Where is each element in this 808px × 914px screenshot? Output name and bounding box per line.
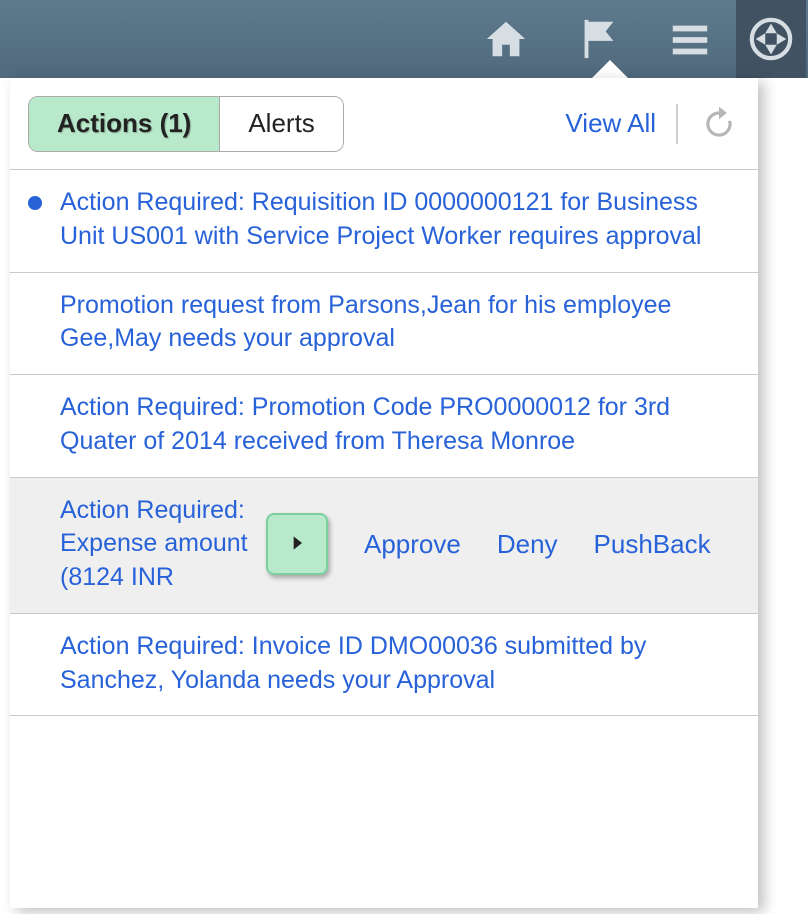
panel-header: Actions (1) Alerts View All (10, 78, 758, 170)
notification-link[interactable]: Promotion request from Parsons,Jean for … (60, 289, 740, 357)
row-actions: Approve Deny PushBack (364, 529, 711, 560)
notification-link[interactable]: Action Required: Promotion Code PRO00000… (60, 391, 740, 459)
notification-link[interactable]: Action Required: Invoice ID DMO00036 sub… (60, 630, 740, 698)
expand-button[interactable] (266, 513, 328, 575)
pushback-button[interactable]: PushBack (594, 529, 711, 560)
top-nav-bar (0, 0, 808, 78)
chevron-right-icon (287, 528, 307, 560)
deny-button[interactable]: Deny (497, 529, 558, 560)
home-icon[interactable] (460, 0, 552, 78)
refresh-icon[interactable] (698, 103, 740, 145)
notification-link[interactable]: Action Required: Expense amount (8124 IN… (60, 494, 260, 595)
unread-dot-icon (28, 196, 42, 210)
notification-link[interactable]: Action Required: Requisition ID 00000001… (60, 186, 740, 254)
list-item[interactable]: Promotion request from Parsons,Jean for … (10, 273, 758, 376)
flag-icon[interactable] (552, 0, 644, 78)
tab-actions[interactable]: Actions (1) (29, 97, 220, 151)
list-item[interactable]: Action Required: Invoice ID DMO00036 sub… (10, 614, 758, 717)
menu-icon[interactable] (644, 0, 736, 78)
approve-button[interactable]: Approve (364, 529, 461, 560)
list-item[interactable]: Action Required: Expense amount (8124 IN… (10, 478, 758, 614)
tab-alerts[interactable]: Alerts (220, 97, 342, 151)
navpad-icon[interactable] (736, 0, 806, 78)
view-all-link[interactable]: View All (565, 108, 656, 139)
list-item[interactable]: Action Required: Requisition ID 00000001… (10, 170, 758, 273)
list-item[interactable]: Action Required: Promotion Code PRO00000… (10, 375, 758, 478)
divider (676, 104, 678, 144)
tab-group: Actions (1) Alerts (28, 96, 344, 152)
notifications-panel: Actions (1) Alerts View All Action Requi… (10, 78, 758, 908)
